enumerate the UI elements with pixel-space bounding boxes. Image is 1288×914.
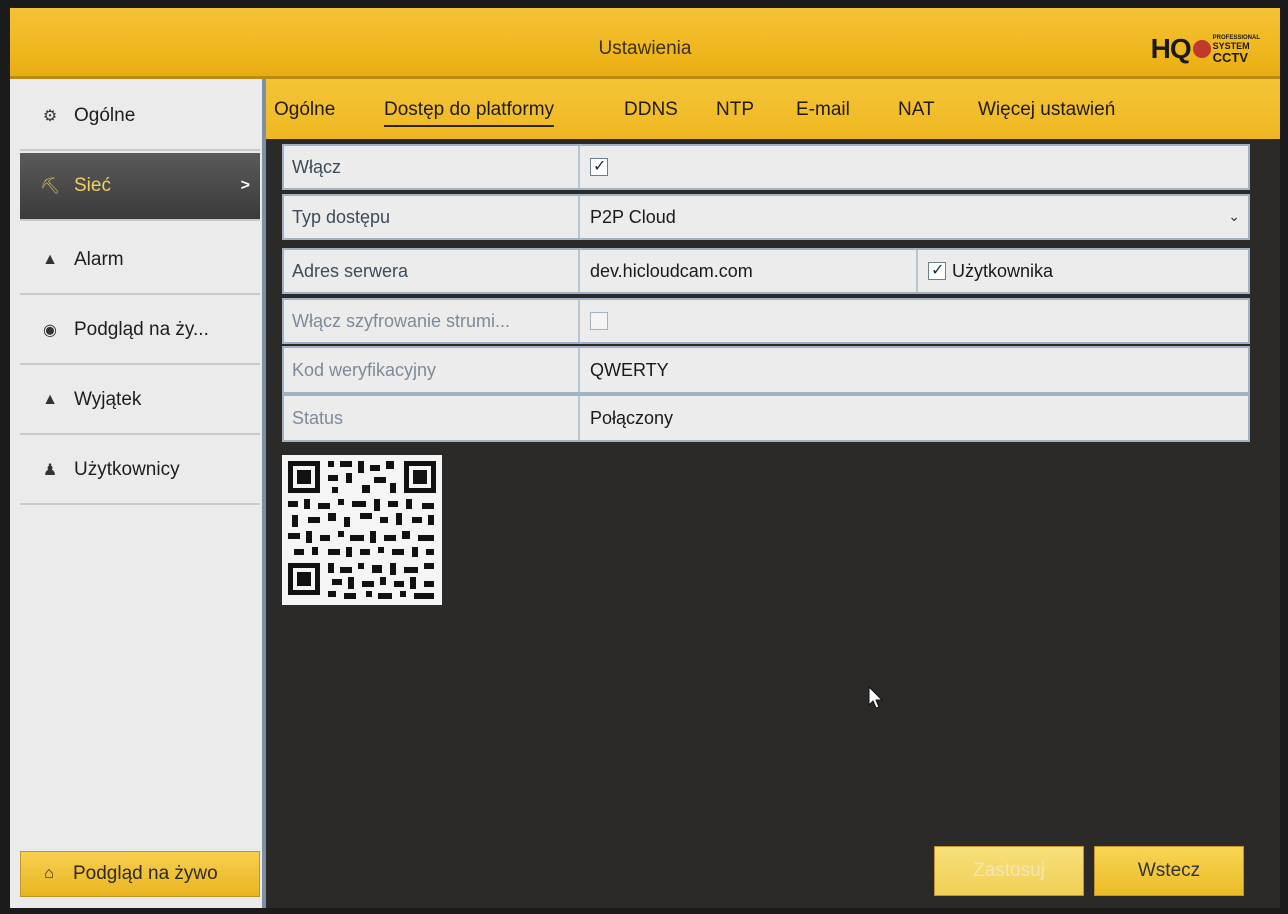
server-label: Adres serwera bbox=[284, 250, 580, 292]
chevron-right-icon: > bbox=[240, 177, 250, 194]
brand-logo: HQ PROFESSIONAL SYSTEM CCTV bbox=[1150, 33, 1260, 64]
sidebar-item-label: Ogólne bbox=[74, 105, 136, 126]
verification-label: Kod weryfikacyjny bbox=[284, 348, 580, 392]
tab-bar: Ogólne Dostęp do platformy DDNS NTP E-ma… bbox=[266, 79, 1280, 139]
custom-server-label: Użytkownika bbox=[952, 260, 1054, 281]
tab-nat[interactable]: NAT bbox=[898, 99, 935, 125]
server-row: Adres serwera dev.hicloudcam.com ✓ Użytk… bbox=[282, 248, 1250, 294]
dvr-screen: Ustawienia HQ PROFESSIONAL SYSTEM CCTV ⚙… bbox=[10, 8, 1280, 908]
live-view-button[interactable]: ⌂ Podgląd na żywo bbox=[20, 851, 260, 897]
sidebar-item-alarm[interactable]: ▲ Alarm bbox=[20, 227, 260, 295]
access-type-select[interactable]: P2P Cloud bbox=[590, 196, 676, 238]
sidebar-item-label: Alarm bbox=[74, 249, 124, 270]
sidebar-item-label: Wyjątek bbox=[74, 389, 142, 410]
verification-row: Kod weryfikacyjny QWERTY bbox=[282, 346, 1250, 394]
sidebar-item-general[interactable]: ⚙ Ogólne bbox=[20, 83, 260, 151]
encryption-value bbox=[590, 300, 608, 342]
tab-general[interactable]: Ogólne bbox=[274, 99, 335, 125]
custom-server-toggle[interactable]: ✓ Użytkownika bbox=[916, 250, 1256, 292]
logo-stack: PROFESSIONAL SYSTEM CCTV bbox=[1213, 35, 1260, 64]
back-button[interactable]: Wstecz bbox=[1094, 846, 1244, 896]
chevron-down-icon[interactable]: ⌄ bbox=[1228, 208, 1240, 225]
apply-button[interactable]: Zastosuj bbox=[934, 846, 1084, 896]
sidebar-item-network[interactable]: ⛏ Sieć > bbox=[20, 153, 260, 221]
encryption-label: Włącz szyfrowanie strumi... bbox=[284, 300, 580, 342]
sidebar-item-exception[interactable]: ▲ Wyjątek bbox=[20, 367, 260, 435]
enable-checkbox[interactable]: ✓ bbox=[590, 158, 608, 176]
sidebar-item-label: Podgląd na ży... bbox=[74, 319, 209, 340]
qr-code bbox=[282, 455, 442, 605]
enable-row: Włącz ✓ bbox=[282, 144, 1250, 190]
tab-ntp[interactable]: NTP bbox=[716, 99, 754, 125]
gear-icon: ⚙ bbox=[42, 108, 58, 125]
check-icon: ✓ bbox=[593, 158, 607, 175]
custom-server-checkbox[interactable]: ✓ bbox=[928, 262, 946, 280]
access-type-row[interactable]: Typ dostępu P2P Cloud ⌄ bbox=[282, 194, 1250, 240]
enable-label: Włącz bbox=[284, 146, 580, 188]
check-icon: ✓ bbox=[931, 262, 945, 279]
verification-input[interactable]: QWERTY bbox=[590, 348, 669, 392]
server-input[interactable]: dev.hicloudcam.com bbox=[590, 250, 753, 292]
sidebar-item-label: Użytkownicy bbox=[74, 459, 180, 480]
users-icon: ♟ bbox=[42, 462, 58, 479]
sidebar-item-live-view[interactable]: ◉ Podgląd na ży... bbox=[20, 297, 260, 365]
tab-more-settings[interactable]: Więcej ustawień bbox=[978, 99, 1115, 125]
enable-value: ✓ bbox=[590, 146, 608, 188]
access-type-label: Typ dostępu bbox=[284, 196, 580, 238]
title-bar: Ustawienia HQ PROFESSIONAL SYSTEM CCTV bbox=[10, 8, 1280, 79]
sidebar: ⚙ Ogólne ⛏ Sieć > ▲ Alarm ◉ Podgląd na ż… bbox=[10, 79, 266, 908]
sidebar-item-label: Sieć bbox=[74, 175, 111, 196]
logo-circle-icon bbox=[1192, 40, 1211, 58]
status-row: Status Połączony bbox=[282, 394, 1250, 442]
encryption-checkbox[interactable] bbox=[590, 312, 608, 330]
network-icon: ⛏ bbox=[40, 178, 61, 195]
logo-text: HQ bbox=[1150, 33, 1192, 64]
eye-icon: ◉ bbox=[43, 322, 57, 339]
tab-platform-access[interactable]: Dostęp do platformy bbox=[384, 99, 555, 127]
sidebar-item-users[interactable]: ♟ Użytkownicy bbox=[20, 437, 260, 505]
home-icon: ⌂ bbox=[44, 865, 54, 882]
qr-code-icon bbox=[282, 455, 442, 605]
mouse-cursor-icon bbox=[868, 686, 884, 709]
live-view-label: Podgląd na żywo bbox=[73, 863, 218, 884]
warning-icon: ▲ bbox=[42, 391, 58, 408]
tab-ddns[interactable]: DDNS bbox=[624, 99, 678, 125]
status-label: Status bbox=[284, 396, 580, 440]
window-title: Ustawienia bbox=[598, 38, 692, 59]
logo-line3: CCTV bbox=[1212, 49, 1249, 65]
alarm-icon: ▲ bbox=[42, 251, 58, 268]
status-value: Połączony bbox=[590, 407, 674, 428]
tab-email[interactable]: E-mail bbox=[796, 99, 850, 125]
encryption-row: Włącz szyfrowanie strumi... bbox=[282, 298, 1250, 344]
